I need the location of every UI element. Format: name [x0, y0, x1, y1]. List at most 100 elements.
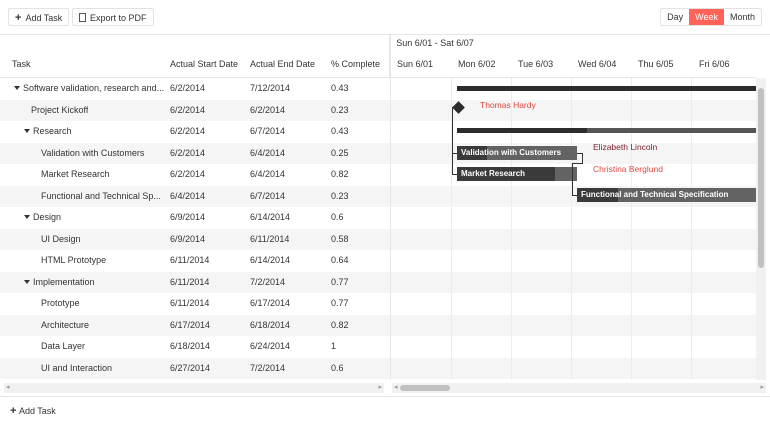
dependency-line — [452, 107, 453, 153]
task-title: Design — [33, 212, 62, 222]
scroll-left-icon[interactable]: ◂ — [6, 383, 10, 393]
week-range-label: Sun 6/01 - Sat 6/07 — [396, 38, 474, 48]
percent-complete-cell: 0.77 — [331, 276, 349, 287]
start-date-cell: 6/18/2014 — [170, 341, 211, 351]
day-gridline — [511, 78, 512, 380]
collapse-arrow-icon[interactable] — [14, 86, 20, 90]
task-title: UI Design — [41, 233, 81, 244]
end-date-cell: 6/14/2014 — [250, 255, 291, 265]
task-title: Project Kickoff — [31, 104, 89, 115]
collapse-arrow-icon[interactable] — [24, 129, 30, 133]
percent-complete-cell: 0.23 — [331, 104, 349, 115]
end-date-cell: 6/2/2014 — [250, 104, 286, 115]
start-date-cell: 6/2/2014 — [170, 126, 206, 136]
view-day-button[interactable]: Day — [661, 9, 689, 25]
resource-label: Thomas Hardy — [480, 100, 536, 110]
task-title: Software validation, research and... — [23, 83, 164, 93]
scrollbar-thumb[interactable] — [400, 385, 450, 391]
column-header-start[interactable]: Actual Start Date — [170, 59, 238, 69]
task-title: Functional and Technical Sp... — [41, 190, 161, 201]
percent-complete-cell: 0.77 — [331, 298, 349, 308]
view-month-button[interactable]: Month — [724, 9, 761, 25]
column-header-task[interactable]: Task — [12, 59, 31, 69]
percent-complete-cell: 1 — [331, 341, 337, 351]
task-title-cell: Software validation, research and... — [14, 78, 164, 100]
task-title: Research — [33, 126, 72, 136]
task-title: Validation with Customers — [41, 147, 145, 158]
day-gridline — [631, 78, 632, 380]
end-date-cell: 6/4/2014 — [250, 169, 286, 179]
add-task-button[interactable]: + Add Task — [8, 8, 70, 26]
day-gridline — [571, 78, 572, 380]
day-header: Sun 6/01 — [397, 59, 434, 69]
scrollbar-thumb[interactable] — [758, 88, 764, 268]
percent-complete-cell: 0.58 — [331, 233, 349, 244]
day-header: Thu 6/05 — [638, 59, 674, 69]
end-date-cell: 7/12/2014 — [250, 83, 291, 93]
scroll-right-icon[interactable]: ▸ — [760, 383, 764, 393]
percent-complete-cell: 0.82 — [331, 169, 349, 179]
start-date-cell: 6/11/2014 — [170, 255, 210, 265]
day-header: Fri 6/06 — [699, 59, 730, 69]
task-title: Architecture — [41, 319, 90, 330]
collapse-arrow-icon[interactable] — [24, 215, 30, 219]
task-grid-header: Task Actual Start Date Actual End Date %… — [0, 35, 390, 78]
task-bar-label: Market Research — [461, 169, 526, 178]
task-title-cell: Implementation — [24, 272, 95, 294]
task-title: UI and Interaction — [41, 362, 113, 373]
dependency-line — [452, 174, 457, 175]
task-title: Implementation — [33, 276, 95, 287]
percent-complete-cell: 0.23 — [331, 190, 349, 201]
column-header-complete[interactable]: % Complete — [331, 59, 380, 69]
start-date-cell: 6/2/2014 — [170, 104, 206, 115]
export-pdf-label: Export to PDF — [90, 13, 147, 23]
percent-complete-cell: 0.64 — [331, 255, 349, 265]
percent-complete-cell: 0.6 — [331, 212, 344, 222]
footer-add-task-button[interactable]: + Add Task — [10, 404, 56, 418]
summary-bar[interactable] — [457, 128, 756, 133]
start-date-cell: 6/11/2014 — [170, 276, 210, 287]
start-date-cell: 6/9/2014 — [170, 212, 206, 222]
task-title: Market Research — [41, 169, 110, 179]
summary-progress — [457, 128, 587, 133]
summary-bar[interactable] — [457, 86, 756, 91]
summary-progress — [457, 86, 585, 91]
task-bar[interactable]: Validation with Customers — [457, 146, 577, 160]
task-title: Prototype — [41, 298, 80, 308]
plus-icon: + — [15, 12, 22, 24]
scroll-right-icon[interactable]: ▸ — [378, 383, 382, 393]
start-date-cell: 6/11/2014 — [170, 298, 210, 308]
task-bar[interactable]: Market Research — [457, 167, 577, 181]
vertical-scrollbar[interactable] — [756, 78, 766, 380]
percent-complete-cell: 0.6 — [331, 362, 344, 373]
resource-label: Elizabeth Lincoln — [593, 142, 658, 152]
task-bar-label: Functional and Technical Specification — [581, 190, 729, 199]
end-date-cell: 6/4/2014 — [250, 147, 286, 158]
collapse-arrow-icon[interactable] — [24, 279, 30, 284]
start-date-cell: 6/27/2014 — [170, 362, 211, 373]
task-title-cell: Research — [24, 121, 72, 143]
view-week-button[interactable]: Week — [689, 9, 724, 25]
end-date-cell: 7/2/2014 — [250, 362, 286, 373]
start-date-cell: 6/2/2014 — [170, 169, 206, 179]
end-date-cell: 6/17/2014 — [250, 298, 291, 308]
percent-complete-cell: 0.43 — [331, 83, 349, 93]
end-date-cell: 6/18/2014 — [250, 319, 291, 330]
export-pdf-button[interactable]: Export to PDF — [72, 8, 154, 26]
day-header: Mon 6/02 — [458, 59, 496, 69]
timeline-horizontal-scrollbar[interactable]: ◂ ▸ — [392, 383, 766, 393]
end-date-cell: 6/11/2014 — [250, 233, 290, 244]
column-header-end[interactable]: Actual End Date — [250, 59, 315, 69]
percent-complete-cell: 0.43 — [331, 126, 349, 136]
timeline-header: Sun 6/01 - Sat 6/07 Sun 6/01 Mon 6/02 Tu… — [390, 35, 756, 78]
gantt-timeline: Thomas Hardy Validation with Customers E… — [390, 78, 756, 380]
percent-complete-cell: 0.25 — [331, 147, 349, 158]
task-bar[interactable]: Functional and Technical Specification — [577, 188, 756, 202]
task-bar-label: Validation with Customers — [461, 148, 562, 157]
task-title: HTML Prototype — [41, 255, 107, 265]
scroll-left-icon[interactable]: ◂ — [394, 383, 398, 393]
start-date-cell: 6/9/2014 — [170, 233, 206, 244]
add-task-label: Add Task — [25, 13, 63, 23]
grid-horizontal-scrollbar[interactable]: ◂ ▸ — [4, 383, 384, 393]
dependency-line — [452, 153, 453, 174]
